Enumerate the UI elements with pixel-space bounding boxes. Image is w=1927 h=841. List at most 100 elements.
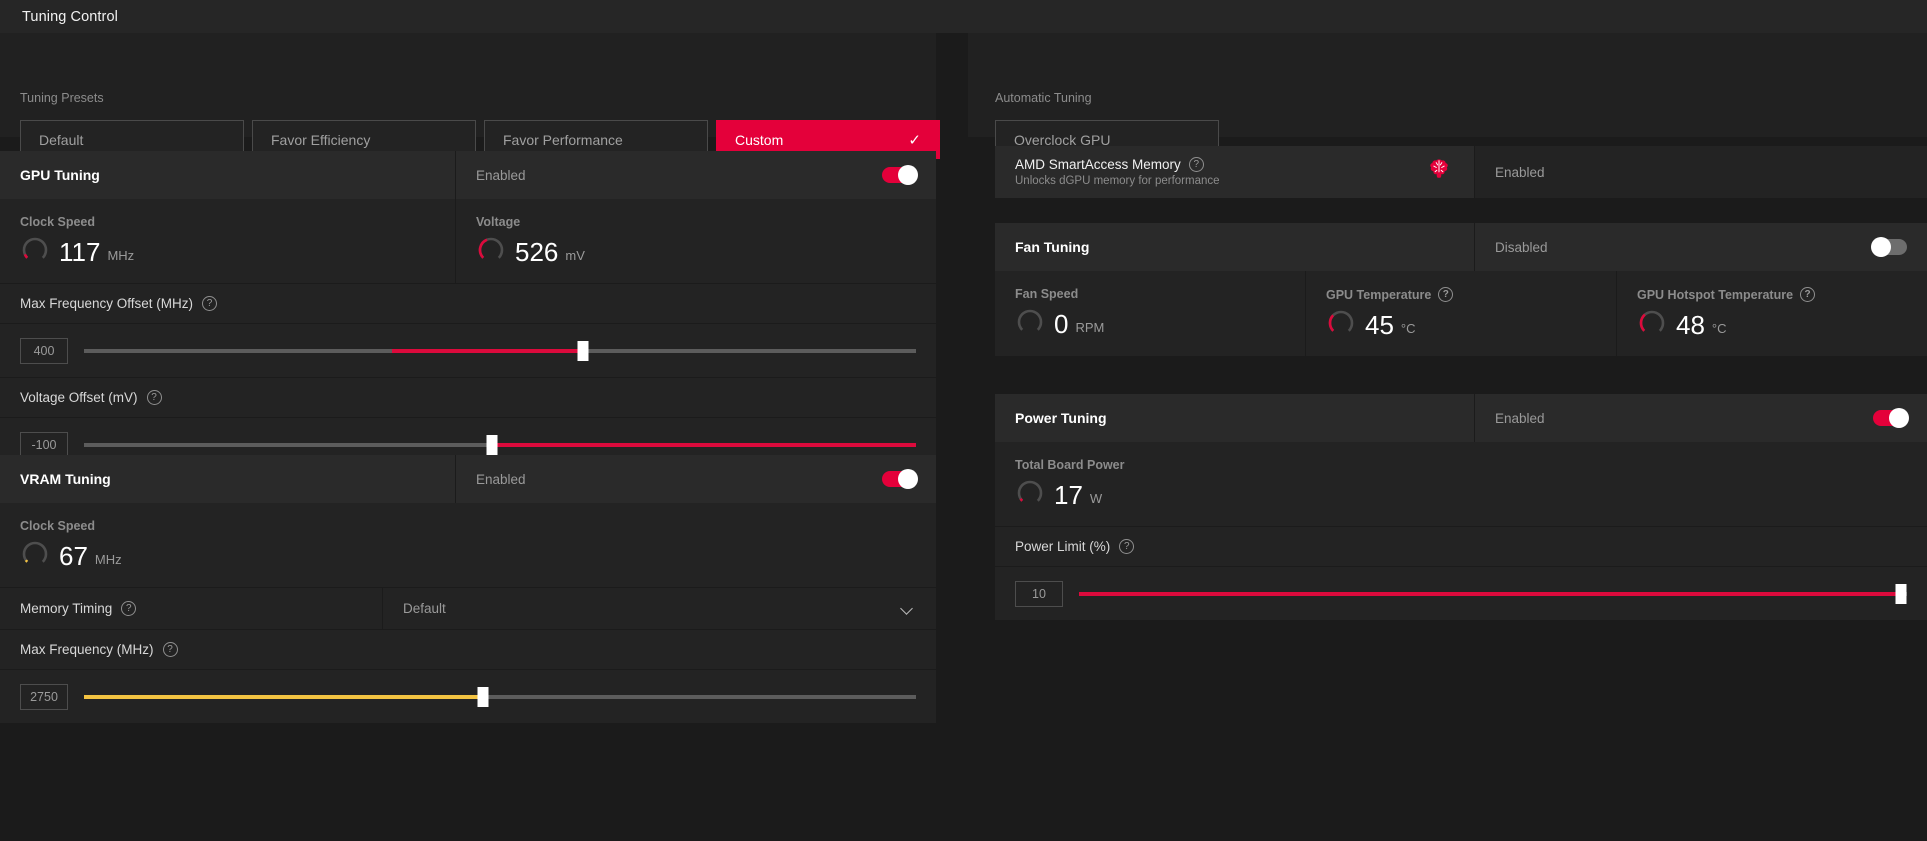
total-board-power-unit: W <box>1089 491 1103 506</box>
fan-tuning-status-cell: Disabled <box>1474 223 1927 271</box>
smart-access-memory-status-cell: Enabled <box>1474 146 1927 198</box>
gauge-icon <box>476 235 506 265</box>
gpu-temperature-label-row: GPU Temperature ? <box>1326 287 1616 302</box>
fan-tuning-title: Fan Tuning <box>1015 239 1090 255</box>
slider-thumb[interactable] <box>577 340 589 361</box>
gpu-tuning-title-cell: GPU Tuning <box>0 151 455 199</box>
smart-access-memory-card: AMD SmartAccess Memory ? Unlocks dGPU me… <box>995 146 1927 198</box>
help-icon[interactable]: ? <box>202 296 218 311</box>
smart-access-memory-texts: AMD SmartAccess Memory ? Unlocks dGPU me… <box>1015 157 1220 187</box>
gpu-tuning-title: GPU Tuning <box>20 167 100 183</box>
gpu-hotspot-temperature-label-row: GPU Hotspot Temperature ? <box>1637 287 1927 302</box>
power-limit-input[interactable]: 10 <box>1015 580 1063 607</box>
fan-tuning-title-cell: Fan Tuning <box>995 223 1474 271</box>
tuning-presets-label: Tuning Presets <box>20 91 104 105</box>
power-tuning-toggle[interactable] <box>1873 408 1909 428</box>
power-tuning-status: Enabled <box>1495 410 1545 426</box>
gpu-hotspot-temperature-unit: °C <box>1711 321 1727 336</box>
preset-default-label: Default <box>39 131 84 148</box>
gpu-voltage-metric: Voltage 526 mV <box>455 199 936 283</box>
fan-speed-value-row: 0 RPM <box>1015 307 1305 337</box>
vram-max-frequency-slider-row: 2750 <box>0 669 936 723</box>
slider-thumb[interactable] <box>1895 583 1907 604</box>
power-limit-label: Power Limit (%) <box>1015 539 1111 554</box>
total-board-power-label: Total Board Power <box>1015 458 1125 472</box>
help-icon[interactable]: ? <box>1438 287 1454 302</box>
vram-max-frequency-label-row: Max Frequency (MHz) ? <box>0 629 936 669</box>
help-icon[interactable]: ? <box>121 601 137 616</box>
max-frequency-offset-input[interactable]: 400 <box>20 337 68 364</box>
smart-access-memory-info: AMD SmartAccess Memory ? Unlocks dGPU me… <box>995 146 1474 198</box>
smart-access-memory-subtitle: Unlocks dGPU memory for performance <box>1015 175 1220 187</box>
gpu-hotspot-temperature-value: 48 <box>1676 310 1705 340</box>
smart-access-memory-title: AMD SmartAccess Memory <box>1015 157 1181 172</box>
vram-tuning-toggle[interactable] <box>882 469 918 489</box>
total-board-power-metric: Total Board Power 17 W <box>995 442 1927 526</box>
toggle-knob <box>1871 237 1891 257</box>
fan-speed-metric: Fan Speed 0 RPM <box>995 271 1305 356</box>
vram-clock-speed-unit: MHz <box>94 552 122 567</box>
gpu-clock-speed-label: Clock Speed <box>20 215 96 229</box>
gpu-tuning-status-cell: Enabled <box>455 151 936 199</box>
gpu-tuning-metrics: Clock Speed 117 MHz Voltage 526 mV <box>0 199 936 283</box>
fan-tuning-header: Fan Tuning Disabled <box>995 223 1927 271</box>
power-tuning-title: Power Tuning <box>1015 410 1107 426</box>
voltage-offset-slider[interactable] <box>84 434 916 455</box>
gpu-temperature-value: 45 <box>1365 310 1394 340</box>
gauge-icon <box>1637 308 1667 338</box>
gpu-hotspot-temperature-label: GPU Hotspot Temperature <box>1637 287 1794 302</box>
memory-timing-label: Memory Timing <box>20 601 113 616</box>
voltage-offset-input[interactable]: -100 <box>20 431 68 458</box>
chevron-down-icon <box>901 602 914 615</box>
vram-tuning-metrics: Clock Speed 67 MHz <box>0 503 936 587</box>
gauge-icon <box>1015 307 1045 337</box>
smart-access-memory-status: Enabled <box>1495 164 1545 180</box>
memory-timing-dropdown[interactable]: Default <box>382 588 936 629</box>
toggle-knob <box>898 165 918 185</box>
power-limit-slider[interactable] <box>1079 583 1907 604</box>
vram-clock-speed-value: 67 <box>59 541 88 571</box>
right-column: Automatic Tuning Overclock GPU AMD Smart… <box>968 33 1927 841</box>
gpu-tuning-toggle[interactable] <box>882 165 918 185</box>
help-icon[interactable]: ? <box>162 642 178 657</box>
toggle-knob <box>898 469 918 489</box>
brain-icon <box>1426 157 1452 188</box>
power-tuning-title-cell: Power Tuning <box>995 394 1474 442</box>
slider-thumb[interactable] <box>486 434 498 455</box>
power-tuning-header: Power Tuning Enabled <box>995 394 1927 442</box>
gpu-temperature-unit: °C <box>1400 321 1416 336</box>
gpu-temperature-value-row: 45 °C <box>1326 308 1616 338</box>
gpu-clock-speed-value: 117 <box>59 237 101 267</box>
gauge-icon <box>1326 308 1356 338</box>
toggle-knob <box>1889 408 1909 428</box>
vram-tuning-title: VRAM Tuning <box>20 471 111 487</box>
gpu-hotspot-temperature-value-row: 48 °C <box>1637 308 1927 338</box>
slider-fill <box>1079 591 1902 596</box>
automatic-tuning-label: Automatic Tuning <box>995 91 1092 105</box>
vram-tuning-status-cell: Enabled <box>455 455 936 503</box>
slider-fill <box>491 442 916 447</box>
help-icon[interactable]: ? <box>146 390 162 405</box>
vram-clock-speed-metric: Clock Speed 67 MHz <box>0 503 936 587</box>
total-board-power-value: 17 <box>1054 480 1083 510</box>
help-icon[interactable]: ? <box>1800 287 1816 302</box>
preset-custom-label: Custom <box>735 131 784 148</box>
gpu-clock-speed-metric: Clock Speed 117 MHz <box>0 199 455 283</box>
fan-tuning-metrics: Fan Speed 0 RPM GPU Temperature ? 45 °C … <box>995 271 1927 356</box>
gpu-tuning-status: Enabled <box>476 167 526 183</box>
vram-max-frequency-input[interactable]: 2750 <box>20 683 68 710</box>
gpu-voltage-unit: mV <box>565 248 585 263</box>
vram-max-frequency-slider[interactable] <box>84 686 916 707</box>
gauge-icon <box>20 539 50 569</box>
smart-access-memory-row: AMD SmartAccess Memory ? Unlocks dGPU me… <box>995 146 1927 198</box>
automatic-tuning-panel: Automatic Tuning Overclock GPU <box>968 33 1927 159</box>
max-frequency-offset-slider[interactable] <box>84 340 916 361</box>
fan-speed-value: 0 <box>1054 309 1069 339</box>
help-icon[interactable]: ? <box>1188 157 1204 172</box>
help-icon[interactable]: ? <box>1119 539 1135 554</box>
fan-tuning-toggle[interactable] <box>1871 237 1907 257</box>
slider-thumb[interactable] <box>477 686 489 707</box>
gauge-icon <box>20 235 50 265</box>
vram-tuning-status: Enabled <box>476 471 526 487</box>
gpu-temperature-label: GPU Temperature <box>1326 287 1432 302</box>
